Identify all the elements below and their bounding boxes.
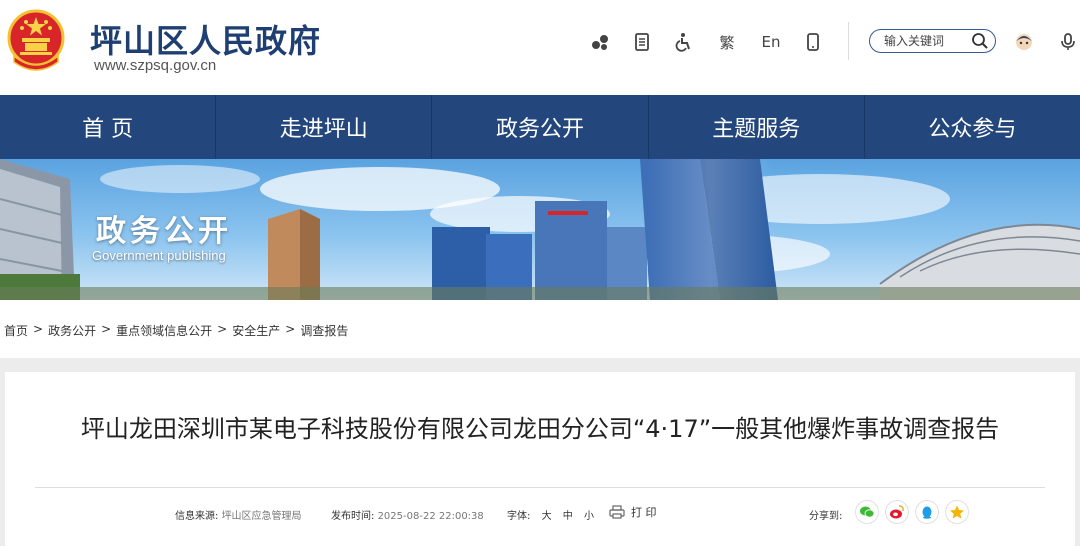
traditional-chinese-toggle[interactable]: 繁: [715, 30, 739, 54]
weibo-icon: [890, 505, 904, 519]
site-map-icon[interactable]: [588, 30, 612, 54]
banner-title: 政务公开: [96, 214, 232, 249]
search-input[interactable]: [884, 32, 968, 50]
breadcrumb-item-key-areas[interactable]: 重点领域信息公开: [116, 322, 212, 339]
meta-date-value: 2025-08-22 22:00:38: [377, 511, 484, 522]
meta-source: 信息来源: 坪山区应急管理局: [175, 507, 302, 522]
qq-icon: [922, 506, 932, 519]
printer-icon: [609, 505, 625, 519]
title-divider: [35, 487, 1045, 488]
meta-source-label: 信息来源:: [175, 511, 219, 522]
english-toggle[interactable]: En: [758, 30, 784, 54]
document-icon[interactable]: [630, 30, 654, 54]
search-icon[interactable]: [971, 32, 989, 50]
accessibility-icon[interactable]: [672, 30, 696, 54]
breadcrumb-bar: 首页 > 政务公开 > 重点领域信息公开 > 安全生产 > 调查报告: [0, 300, 1080, 358]
nav-item-services[interactable]: 主题服务: [649, 95, 865, 159]
meta-source-value: 坪山区应急管理局: [221, 511, 302, 522]
breadcrumb-separator: >: [285, 322, 296, 336]
font-size-label: 字体:: [507, 511, 531, 522]
nav-item-participation[interactable]: 公众参与: [865, 95, 1080, 159]
search-box: [869, 29, 996, 53]
breadcrumb-separator: >: [33, 322, 44, 336]
share-wechat-button[interactable]: [855, 500, 879, 524]
breadcrumb-separator: >: [101, 322, 112, 336]
nav-item-about[interactable]: 走进坪山: [216, 95, 433, 159]
meta-date: 发布时间: 2025-08-22 22:00:38: [331, 507, 484, 522]
elderly-mode-icon[interactable]: [1012, 30, 1036, 54]
meta-font-size: 字体: 大 中 小: [507, 507, 594, 522]
voice-reader-icon[interactable]: [1056, 30, 1080, 54]
mobile-icon[interactable]: [801, 30, 825, 54]
share-weibo-button[interactable]: [885, 500, 909, 524]
breadcrumb-item-gov-affairs[interactable]: 政务公开: [48, 322, 96, 339]
page-banner: 政务公开 Government publishing: [0, 159, 1080, 300]
breadcrumb-separator: >: [217, 322, 228, 336]
header-divider: [848, 22, 849, 60]
share-qq-button[interactable]: [915, 500, 939, 524]
share-qzone-button[interactable]: [945, 500, 969, 524]
article-title: 坪山龙田深圳市某电子科技股份有限公司龙田分公司“4·17”一般其他爆炸事故调查报…: [80, 415, 1000, 443]
meta-date-label: 发布时间:: [331, 511, 375, 522]
nav-item-home[interactable]: 首 页: [0, 95, 217, 159]
breadcrumb-item-home[interactable]: 首页: [4, 322, 28, 339]
nav-item-gov-affairs[interactable]: 政务公开: [432, 95, 649, 159]
site-url: www.szpsq.gov.cn: [94, 57, 217, 74]
breadcrumb: 首页 > 政务公开 > 重点领域信息公开 > 安全生产 > 调查报告: [4, 322, 348, 339]
site-name[interactable]: 坪山区人民政府: [90, 16, 321, 62]
national-emblem-icon[interactable]: [6, 8, 66, 74]
share-label: 分享到:: [809, 511, 843, 522]
breadcrumb-item-safety[interactable]: 安全生产: [232, 322, 280, 339]
article-container: 坪山龙田深圳市某电子科技股份有限公司龙田分公司“4·17”一般其他爆炸事故调查报…: [5, 372, 1075, 546]
qzone-star-icon: [950, 505, 964, 519]
banner-subtitle: Government publishing: [92, 248, 226, 263]
font-medium-button[interactable]: 中: [563, 511, 573, 522]
print-button[interactable]: 打 印: [609, 504, 657, 520]
breadcrumb-item-reports[interactable]: 调查报告: [300, 322, 348, 339]
font-small-button[interactable]: 小: [584, 511, 594, 522]
wechat-icon: [860, 506, 875, 518]
main-nav: 首 页 走进坪山 政务公开 主题服务 公众参与: [0, 95, 1080, 159]
print-label: 打 印: [631, 506, 657, 519]
font-large-button[interactable]: 大: [542, 511, 552, 522]
site-header: 坪山区人民政府 www.szpsq.gov.cn 繁 En: [0, 0, 1080, 95]
